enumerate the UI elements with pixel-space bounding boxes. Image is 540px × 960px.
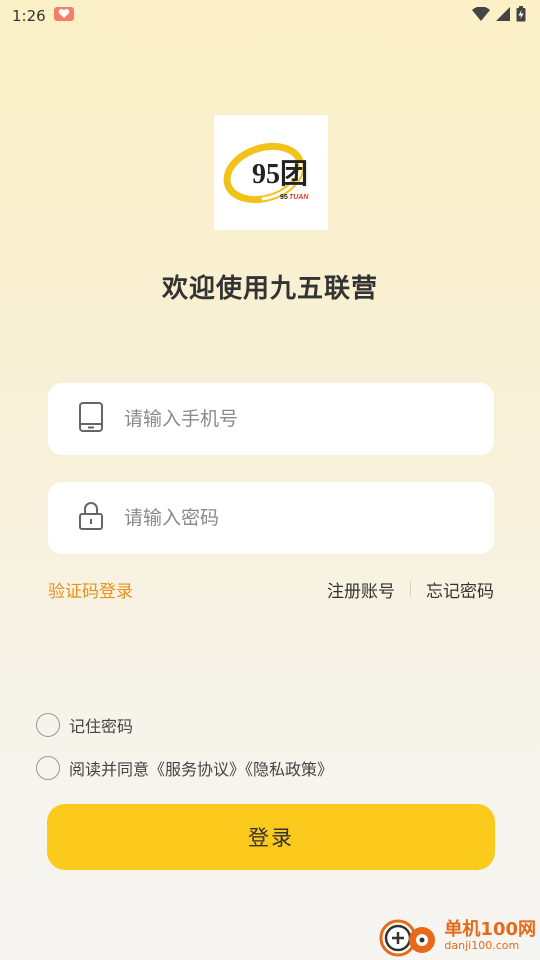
wifi-icon [472, 6, 490, 25]
watermark: 单机100网 danji100.com [378, 914, 536, 958]
page-title: 欢迎使用九五联营 [161, 274, 378, 304]
auth-links-row: 验证码登录 注册账号 忘记密码 [48, 575, 494, 603]
app-logo: 95团 95 TUAN [214, 115, 328, 230]
watermark-url: danji100.com [444, 938, 520, 952]
register-link[interactable]: 注册账号 [327, 577, 395, 602]
status-time: 1:26 [12, 7, 46, 25]
lock-icon [78, 501, 104, 535]
agreement-row[interactable]: 阅读并同意《服务协议》《隐私政策》 [36, 756, 333, 780]
password-field[interactable] [48, 482, 494, 554]
password-input[interactable] [122, 506, 446, 530]
phone-icon [78, 401, 104, 437]
right-links: 注册账号 忘记密码 [327, 577, 494, 602]
link-divider [410, 581, 411, 597]
watermark-text: 单机100网 danji100.com [444, 918, 536, 952]
watermark-title: 单机100网 [444, 918, 536, 940]
battery-icon [516, 6, 526, 26]
logo-sub-number: 95 [280, 194, 288, 201]
logo-sub-text: TUAN [289, 194, 309, 201]
phone-field[interactable] [48, 383, 494, 455]
watermark-logo-icon [379, 919, 436, 957]
login-button[interactable]: 登录 [47, 804, 495, 870]
sms-login-link[interactable]: 验证码登录 [48, 577, 133, 602]
notification-app-icon [53, 6, 74, 26]
remember-password-row[interactable]: 记住密码 [36, 713, 133, 737]
status-right [472, 6, 526, 26]
status-bar: 1:26 [0, 0, 540, 32]
cell-signal-icon [496, 7, 510, 25]
agreement-checkbox[interactable] [36, 756, 60, 780]
phone-input[interactable] [122, 407, 446, 431]
logo-main-text: 95团 [252, 159, 308, 190]
remember-checkbox[interactable] [36, 713, 60, 737]
agreement-label[interactable]: 阅读并同意《服务协议》《隐私政策》 [69, 756, 333, 780]
remember-label: 记住密码 [69, 717, 134, 736]
status-left: 1:26 [12, 6, 74, 26]
forgot-password-link[interactable]: 忘记密码 [426, 577, 494, 602]
